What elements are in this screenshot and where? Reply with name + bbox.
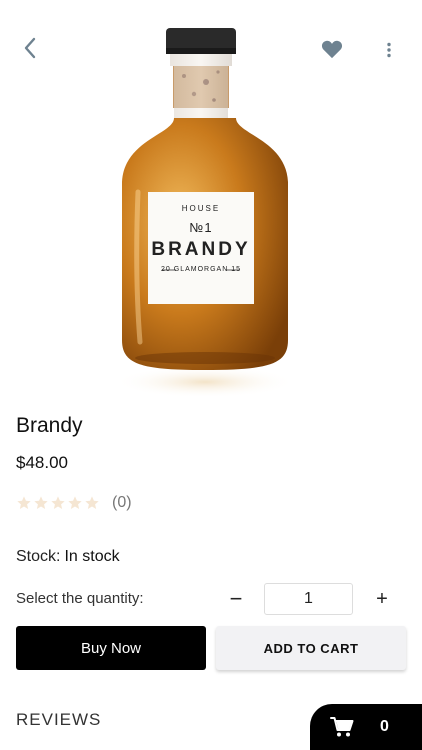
quantity-decrease-button[interactable]: −: [222, 585, 250, 613]
stock-status: Stock: In stock: [16, 548, 120, 566]
product-title: Brandy: [16, 414, 83, 437]
bottle-label-line1: HOUSE: [181, 204, 221, 213]
favorite-button[interactable]: [318, 36, 346, 62]
cart-count: 0: [380, 718, 389, 735]
star-icon: [51, 496, 65, 509]
top-bar: [0, 0, 422, 100]
rating-count: (0): [112, 494, 132, 511]
star-icon: [68, 496, 82, 509]
star-icon: [85, 496, 99, 509]
product-rating: (0): [16, 494, 132, 512]
quantity-label: Select the quantity:: [16, 590, 144, 607]
quantity-increase-button[interactable]: +: [368, 585, 396, 613]
cart-button[interactable]: 0: [310, 704, 422, 750]
back-button[interactable]: [16, 34, 44, 62]
more-vertical-icon: [387, 42, 391, 58]
stock-label: Stock:: [16, 548, 61, 565]
more-options-button[interactable]: [376, 36, 402, 64]
product-price: $48.00: [16, 453, 68, 472]
star-icon: [17, 496, 31, 509]
add-to-cart-button[interactable]: ADD TO CART: [216, 626, 406, 670]
heart-icon: [321, 40, 343, 59]
bottle-label-line4: 20 GLAMORGAN 15: [161, 266, 241, 273]
stock-value: In stock: [64, 548, 120, 565]
quantity-input[interactable]: 1: [264, 583, 353, 615]
buy-now-button[interactable]: Buy Now: [16, 626, 206, 670]
bottle-label-line3: BRANDY: [151, 239, 251, 260]
star-icon: [34, 496, 48, 509]
shopping-cart-icon: [330, 717, 354, 737]
chevron-left-icon: [24, 37, 36, 59]
bottle-label-line2: №1: [189, 220, 213, 235]
reviews-heading: REVIEWS: [16, 710, 102, 729]
